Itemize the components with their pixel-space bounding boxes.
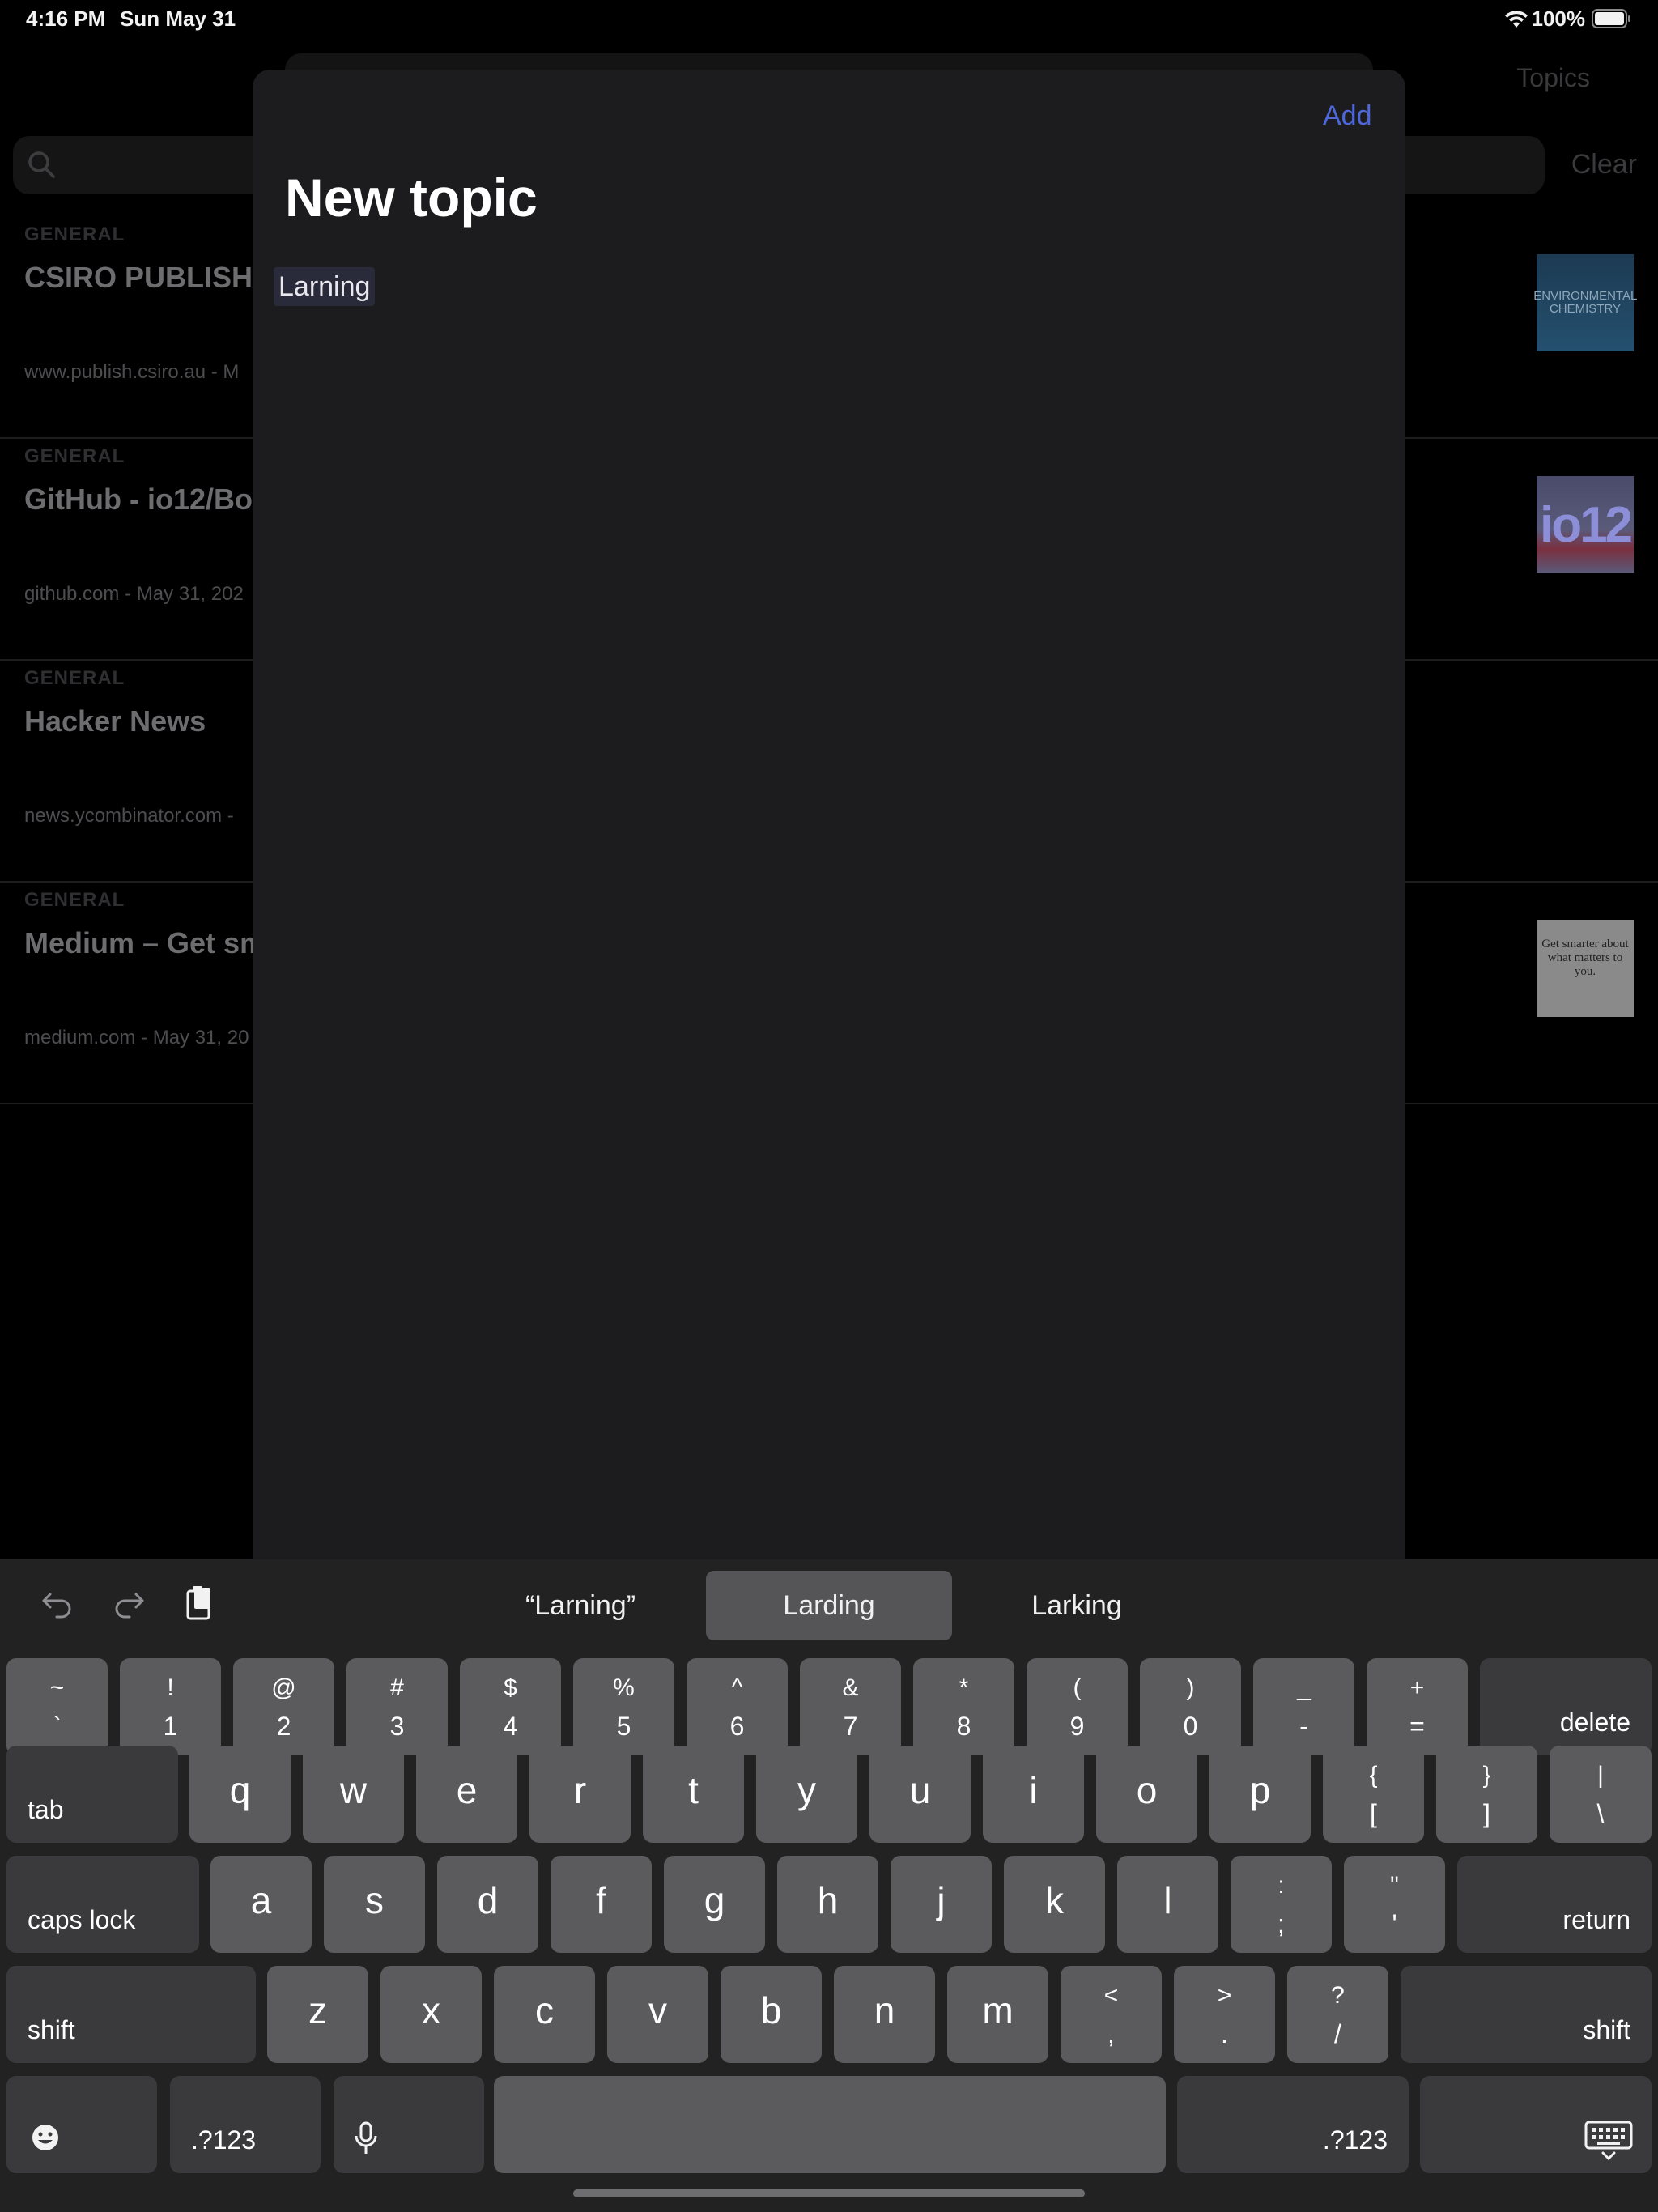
topics-link[interactable]: Topics — [1516, 63, 1590, 93]
item-title: GitHub - io12/Boo — [24, 483, 270, 516]
item-category: GENERAL — [24, 445, 125, 467]
item-thumbnail: Get smarter about what matters to you. — [1537, 920, 1634, 1017]
key-tilde[interactable]: ~ ` — [6, 1658, 108, 1755]
item-category: GENERAL — [24, 223, 125, 245]
search-icon — [28, 151, 55, 178]
key-7[interactable]: & 7 — [800, 1658, 901, 1755]
add-button[interactable]: Add — [1323, 100, 1372, 132]
item-category: GENERAL — [24, 667, 125, 689]
key-p[interactable]: p — [1209, 1746, 1311, 1843]
key-m[interactable]: m — [947, 1966, 1048, 2063]
key-s[interactable]: s — [324, 1856, 425, 1953]
item-meta: news.ycombinator.com - — [24, 805, 234, 827]
suggestion-3[interactable]: Larking — [996, 1571, 1158, 1640]
redo-icon[interactable] — [108, 1583, 149, 1623]
item-title: CSIRO PUBLISHIN — [24, 261, 283, 294]
key-h[interactable]: h — [777, 1856, 878, 1953]
key-9[interactable]: (9 — [1027, 1658, 1128, 1755]
key-i[interactable]: i — [983, 1746, 1084, 1843]
undo-icon[interactable] — [37, 1583, 78, 1623]
key-t[interactable]: t — [643, 1746, 744, 1843]
key-left-bracket[interactable]: {[ — [1323, 1746, 1424, 1843]
key-period[interactable]: >. — [1174, 1966, 1275, 2063]
key-n[interactable]: n — [834, 1966, 935, 2063]
wifi-icon — [1505, 11, 1528, 28]
keyboard-dismiss-icon — [1584, 2121, 1633, 2161]
return-key[interactable]: return — [1457, 1856, 1652, 1953]
suggestion-2[interactable]: Larding — [706, 1571, 952, 1640]
key-comma[interactable]: <, — [1061, 1966, 1162, 2063]
key-3[interactable]: #3 — [346, 1658, 448, 1755]
key-2[interactable]: @2 — [233, 1658, 334, 1755]
suggestion-1[interactable]: “Larning” — [504, 1571, 657, 1640]
key-a[interactable]: a — [210, 1856, 312, 1953]
keyboard-dismiss-key[interactable] — [1420, 2076, 1652, 2173]
key-d[interactable]: d — [437, 1856, 538, 1953]
clear-button[interactable]: Clear — [1571, 149, 1637, 181]
shift-key-left[interactable]: shift — [6, 1966, 256, 2063]
status-time: 4:16 PM — [26, 6, 106, 31]
paste-icon[interactable] — [180, 1583, 220, 1623]
key-6[interactable]: ^ 6 — [687, 1658, 788, 1755]
key-j[interactable]: j — [891, 1856, 992, 1953]
numbers-key-right[interactable]: .?123 — [1177, 2076, 1409, 2173]
caps-lock-key[interactable]: caps lock — [6, 1856, 199, 1953]
item-category: GENERAL — [24, 889, 125, 911]
key-q[interactable]: q — [189, 1746, 291, 1843]
key-v[interactable]: v — [607, 1966, 708, 2063]
item-meta: medium.com - May 31, 20 — [24, 1027, 249, 1049]
item-thumbnail: ENVIRONMENTAL CHEMISTRY — [1533, 254, 1637, 351]
key-o[interactable]: o — [1096, 1746, 1197, 1843]
space-bar[interactable] — [494, 2076, 1166, 2173]
key-4[interactable]: $4 — [460, 1658, 561, 1755]
key-slash[interactable]: ? / — [1287, 1966, 1388, 2063]
key-5[interactable]: % 5 — [573, 1658, 674, 1755]
key-e[interactable]: e — [416, 1746, 517, 1843]
emoji-icon — [32, 2125, 58, 2150]
home-indicator[interactable] — [573, 2189, 1085, 2197]
key-1[interactable]: ! 1 — [120, 1658, 221, 1755]
key-right-bracket[interactable]: }] — [1436, 1746, 1537, 1843]
item-meta: www.publish.csiro.au - M — [24, 361, 240, 383]
key-u[interactable]: u — [869, 1746, 971, 1843]
key-x[interactable]: x — [380, 1966, 482, 2063]
key-minus[interactable]: _ - — [1253, 1658, 1354, 1755]
key-r[interactable]: r — [529, 1746, 631, 1843]
status-date: Sun May 31 — [120, 6, 236, 31]
key-k[interactable]: k — [1004, 1856, 1105, 1953]
microphone-icon — [355, 2121, 377, 2154]
page-title: New topic — [285, 168, 538, 228]
key-equals[interactable]: + = — [1367, 1658, 1468, 1755]
topic-name-input[interactable]: Larning — [274, 267, 376, 306]
emoji-key[interactable] — [6, 2076, 157, 2173]
key-semicolon[interactable]: :; — [1231, 1856, 1332, 1953]
item-title: Medium – Get sma — [24, 926, 283, 959]
key-w[interactable]: w — [303, 1746, 404, 1843]
new-topic-sheet — [253, 70, 1405, 1689]
dictation-key[interactable] — [334, 2076, 484, 2173]
item-thumbnail: io12 — [1537, 476, 1634, 573]
key-c[interactable]: c — [494, 1966, 595, 2063]
key-y[interactable]: y — [756, 1746, 857, 1843]
delete-key[interactable]: delete — [1480, 1658, 1652, 1755]
item-meta: github.com - May 31, 202 — [24, 583, 244, 605]
battery-icon — [1592, 9, 1630, 28]
key-l[interactable]: l — [1117, 1856, 1218, 1953]
key-b[interactable]: b — [721, 1966, 822, 2063]
key-f[interactable]: f — [551, 1856, 652, 1953]
numbers-key-left[interactable]: .?123 — [170, 2076, 321, 2173]
key-z[interactable]: z — [267, 1966, 368, 2063]
battery-percentage: 100% — [1531, 6, 1586, 31]
item-title: Hacker News — [24, 704, 206, 738]
shift-key-right[interactable]: shift — [1401, 1966, 1652, 2063]
key-8[interactable]: * 8 — [913, 1658, 1014, 1755]
key-0[interactable]: ) 0 — [1140, 1658, 1241, 1755]
key-g[interactable]: g — [664, 1856, 765, 1953]
key-backslash[interactable]: | \ — [1550, 1746, 1652, 1843]
tab-key[interactable]: tab — [6, 1746, 178, 1843]
key-quote[interactable]: " ' — [1344, 1856, 1445, 1953]
